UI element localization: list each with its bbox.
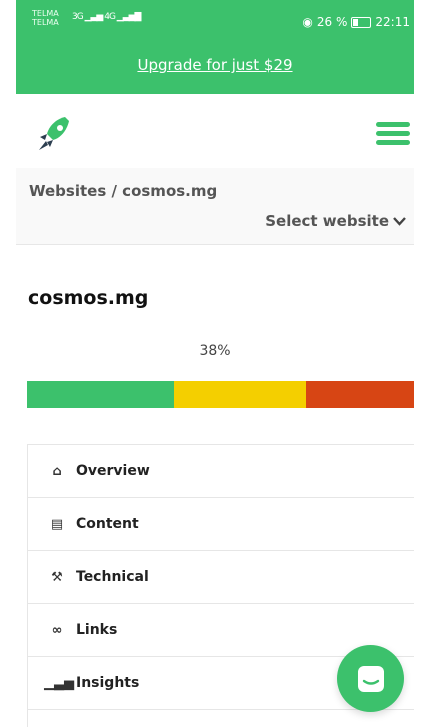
network-3g-label: 3G <box>72 12 84 22</box>
page-title: cosmos.mg <box>28 287 149 309</box>
signal-indicators: 3G ▁▃▅ 4G ▁▃▅▇ <box>72 12 142 22</box>
nav-item-more[interactable] <box>28 710 414 727</box>
nav-item-label: Links <box>76 622 118 638</box>
document-icon: ▤ <box>50 516 64 532</box>
hamburger-menu-icon[interactable] <box>376 122 410 146</box>
nav-item-label: Overview <box>76 463 150 479</box>
signal-icon: ▁▃▅▇ <box>116 12 142 22</box>
nav-item-label: Content <box>76 516 139 532</box>
signal-icon: ▁▃▅ <box>44 675 74 691</box>
nav-item-label: Insights <box>76 675 140 691</box>
carrier-names: TELMA TELMA <box>32 9 59 27</box>
eye-icon: ◉ <box>302 15 313 29</box>
score-segment-2 <box>306 381 414 408</box>
clock: 22:11 <box>375 15 410 29</box>
battery-percent: 26 % <box>316 15 348 29</box>
score-progress-bar <box>27 381 414 408</box>
network-4g-label: 4G <box>104 12 116 22</box>
score-segment-1 <box>174 381 307 408</box>
signal-icon: ▁▃▅ <box>84 12 104 22</box>
app-frame: TELMA TELMA 3G ▁▃▅ 4G ▁▃▅▇ ◉ 26 % 22:11 … <box>16 0 414 727</box>
nav-item-label: Technical <box>76 569 149 585</box>
select-website-dropdown[interactable]: Select website <box>265 212 406 230</box>
battery-icon <box>351 16 372 28</box>
breadcrumb-path[interactable]: Websites / cosmos.mg <box>29 182 217 200</box>
link-icon: ∞ <box>51 622 63 638</box>
score-percent: 38% <box>199 343 231 359</box>
nav-item-content[interactable]: ▤ Content <box>28 498 414 551</box>
carrier-top: TELMA <box>32 9 59 18</box>
breadcrumb <box>16 168 414 245</box>
wrench-icon: ⚒ <box>51 569 63 585</box>
score-segment-0 <box>27 381 175 408</box>
status-right: ◉ 26 % 22:11 <box>302 15 410 29</box>
app-header <box>16 94 414 169</box>
home-icon: ⌂ <box>52 463 62 479</box>
nav-item-technical[interactable]: ⚒ Technical <box>28 551 414 604</box>
status-bar: TELMA TELMA 3G ▁▃▅ 4G ▁▃▅▇ ◉ 26 % 22:11 <box>16 0 414 40</box>
chevron-down-icon <box>393 217 406 226</box>
nav-item-overview[interactable]: ⌂ Overview <box>28 445 414 498</box>
upgrade-link[interactable]: Upgrade for just $29 <box>16 56 414 74</box>
top-bar: TELMA TELMA 3G ▁▃▅ 4G ▁▃▅▇ ◉ 26 % 22:11 … <box>16 0 414 94</box>
chat-launcher-button[interactable] <box>337 645 404 712</box>
rocket-logo-icon[interactable] <box>36 114 72 154</box>
select-website-label: Select website <box>265 212 389 230</box>
chat-icon <box>357 665 384 692</box>
carrier-bottom: TELMA <box>32 18 59 27</box>
